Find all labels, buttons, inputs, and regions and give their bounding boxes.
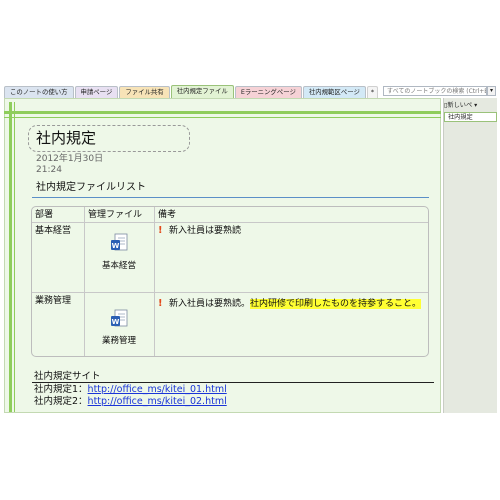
tab-regulations[interactable]: 社内規定ファイル [170,85,234,98]
row-divider [32,292,428,293]
table-header-file: 管理ファイル [88,210,143,220]
word-file-icon[interactable]: W [110,233,128,253]
site-link-label: 社内規定1： [34,384,88,395]
important-icon: ! [158,298,163,309]
search-input[interactable]: すべてのノートブックの検索 (Ctrl+E) [383,86,487,96]
table-cell-note: 新入社員は要熟読。社内研修で印刷したものを持参すること。 [169,298,424,310]
highlighted-note-text: 社内研修で印刷したものを持参すること。 [250,299,422,309]
site-link-label: 社内規定2： [34,396,88,407]
page-date: 2012年1月30日 [36,154,104,164]
table-header-dept: 部署 [35,210,54,220]
note-text: 新入社員は要熟読 [169,226,242,236]
note-text: 新入社員は要熟読。 [169,299,251,309]
table-header-notes: 備考 [158,210,177,220]
section-tabs: このノートの使い方 申請ページ ファイル共有 社内規定ファイル Eラーニングペー… [4,85,379,98]
dropdown-search-icon[interactable]: ▾ [487,86,496,96]
page-time: 21:24 [36,165,62,175]
site-link[interactable]: http://office_ms/kitei_01.html [88,384,227,395]
page-decoration-bar [9,102,12,412]
section-heading: 社内規定ファイルリスト [36,182,146,193]
tab-elearning[interactable]: Eラーニングページ [234,86,302,98]
file-label: 業務管理 [101,336,136,346]
svg-text:W: W [112,318,120,326]
important-icon: ! [158,225,163,236]
site-link-row: 社内規定2：http://office_ms/kitei_02.html [34,396,227,408]
page-decoration-bar [4,117,441,118]
section-divider [32,197,429,198]
page-title[interactable]: 社内規定 [36,129,96,147]
row-divider [32,222,428,223]
svg-text:W: W [112,242,120,250]
table-cell-note: 新入社員は要熟読 [169,225,424,237]
site-link-row: 社内規定1：http://office_ms/kitei_01.html [34,384,227,396]
page-decoration-bar [14,102,15,412]
tab-how-to-use[interactable]: このノートの使い方 [4,86,74,98]
site-link[interactable]: http://office_ms/kitei_02.html [88,396,227,407]
column-divider [84,207,85,356]
tab-internal-pages[interactable]: 社内規範区ページ [302,86,366,98]
table-cell-dept: 基本経営 [35,226,72,236]
page-list-item[interactable]: 社内規定 [444,112,497,122]
new-section-tab[interactable]: * [366,86,379,98]
tab-application[interactable]: 申請ページ [74,86,119,98]
sites-divider [32,382,434,383]
page-list-pane [443,98,497,413]
new-page-label: 新しいペ ▾ [447,102,478,109]
word-file-icon[interactable]: W [110,309,128,329]
new-page-button[interactable]: ▯新しいペ ▾ [444,101,496,110]
tab-file-sharing[interactable]: ファイル共有 [119,86,170,98]
page-decoration-bar [4,111,441,114]
column-divider [154,207,155,356]
table-cell-dept: 業務管理 [35,296,72,306]
file-label: 基本経営 [101,261,136,271]
